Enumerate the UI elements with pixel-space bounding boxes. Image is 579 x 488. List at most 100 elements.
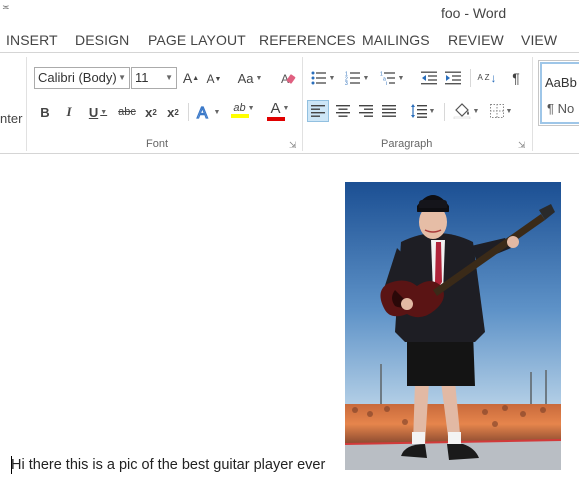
eraser-icon: A [281, 72, 296, 86]
borders-icon [489, 104, 504, 118]
italic-button[interactable]: I [60, 101, 78, 123]
chevron-down-icon: ▼ [397, 74, 405, 82]
highlighter-icon: ab [233, 102, 246, 114]
subscript-icon: x [145, 104, 153, 120]
tab-view[interactable]: VIEW [521, 32, 557, 48]
divider [188, 103, 189, 121]
ribbon-tabs: INSERT DESIGN PAGE LAYOUT REFERENCES MAI… [0, 26, 579, 52]
superscript-icon: x [167, 104, 175, 120]
line-spacing-button[interactable]: ▼ [408, 100, 438, 122]
numbering-button[interactable]: 1 2 3 ▼ [342, 67, 372, 89]
clipboard-partial-label[interactable]: nter [0, 111, 22, 126]
guitarist-photo[interactable] [345, 182, 561, 470]
group-separator [26, 57, 27, 151]
sort-icon: A Z [477, 73, 490, 82]
tab-insert[interactable]: INSERT [6, 32, 58, 48]
bold-icon: B [40, 104, 50, 120]
align-center-button[interactable] [332, 100, 354, 122]
decrease-indent-button[interactable] [418, 67, 440, 89]
paragraph-dialog-launcher-icon[interactable]: ⇲ [518, 140, 526, 151]
multilevel-list-button[interactable]: 1 a i ▼ [377, 67, 407, 89]
chevron-down-icon: ▼ [213, 108, 221, 116]
subscript-button[interactable]: x2 [142, 101, 160, 123]
line-spacing-icon [410, 104, 427, 118]
highlight-button[interactable]: ab ▼ [228, 99, 260, 121]
arrow-down-icon: ↓ [490, 71, 497, 85]
document-paragraph[interactable]: Hi there this is a pic of the best guita… [11, 457, 325, 473]
align-right-button[interactable] [355, 100, 377, 122]
chevron-down-icon: ▼ [118, 73, 126, 82]
chevron-down-icon: ▼ [428, 107, 436, 115]
chevron-down-icon: ▼ [472, 107, 480, 115]
svg-text:3: 3 [345, 81, 348, 85]
text-effects-button[interactable]: A ▼ [194, 101, 222, 123]
justify-icon [382, 105, 396, 117]
window-title: foo - Word [441, 5, 507, 21]
font-group-label: Font [146, 138, 169, 150]
borders-button[interactable]: ▼ [486, 100, 516, 122]
superscript-button[interactable]: x2 [164, 101, 182, 123]
paint-bucket-icon [453, 103, 470, 119]
highlight-color-swatch [231, 114, 249, 118]
quick-access-caret-icon[interactable]: ≍ [2, 2, 10, 13]
bullets-button[interactable]: ▼ [308, 67, 338, 89]
tab-page-layout[interactable]: PAGE LAYOUT [148, 32, 246, 48]
align-left-button[interactable] [307, 100, 329, 122]
group-separator [532, 57, 533, 151]
superscript-small: 2 [174, 107, 179, 117]
font-color-icon: A [270, 99, 281, 117]
numbering-icon: 1 2 3 [345, 72, 360, 85]
change-case-button[interactable]: Aa ▼ [234, 67, 266, 89]
subscript-small: 2 [152, 107, 157, 117]
title-bar: ≍ foo - Word [0, 0, 579, 26]
shading-button[interactable]: ▼ [450, 100, 482, 122]
font-size-combo[interactable]: 11 ▼ [131, 67, 177, 89]
underline-button[interactable]: U ▼ [84, 101, 112, 123]
chevron-down-icon: ▼ [247, 104, 255, 112]
pilcrow-icon: ¶ [512, 70, 520, 86]
shrink-font-button[interactable]: A ▼ [204, 68, 224, 90]
svg-text:i: i [386, 81, 387, 85]
justify-button[interactable] [378, 100, 400, 122]
clear-formatting-button[interactable]: A [278, 67, 298, 89]
font-color-button[interactable]: A ▼ [264, 99, 296, 121]
bold-button[interactable]: B [36, 101, 54, 123]
tab-mailings[interactable]: MAILINGS [362, 32, 430, 48]
ribbon: nter Calibri (Body) ▼ 11 ▼ A ▲ A ▼ Aa ▼ A B… [0, 52, 579, 154]
group-separator [302, 57, 303, 151]
strikethrough-icon: abc [118, 106, 136, 118]
chevron-down-icon: ▼ [100, 108, 108, 116]
font-size-value: 11 [135, 70, 149, 85]
chevron-down-icon: ▼ [282, 104, 290, 112]
document-page[interactable]: Hi there this is a pic of the best guita… [0, 155, 579, 488]
grow-font-button[interactable]: A ▲ [181, 67, 201, 89]
decrease-indent-icon [421, 71, 437, 85]
increase-indent-icon [445, 71, 461, 85]
chevron-down-icon: ▼ [255, 74, 263, 82]
font-name-combo[interactable]: Calibri (Body) ▼ [34, 67, 130, 89]
divider [470, 69, 471, 87]
font-color-swatch [267, 116, 285, 121]
align-left-icon [311, 105, 325, 117]
tab-review[interactable]: REVIEW [448, 32, 504, 48]
guitarist-photo-image [345, 182, 561, 470]
sort-button[interactable]: A Z ↓ [476, 67, 498, 89]
styles-selection-highlight [540, 62, 579, 124]
show-formatting-button[interactable]: ¶ [506, 67, 526, 89]
tab-references[interactable]: REFERENCES [259, 32, 356, 48]
multilevel-list-icon: 1 a i [380, 72, 395, 85]
up-caret-icon: ▲ [192, 74, 200, 82]
font-name-value: Calibri (Body) [38, 70, 117, 85]
font-dialog-launcher-icon[interactable]: ⇲ [289, 140, 297, 151]
increase-indent-button[interactable] [442, 67, 464, 89]
change-case-icon: Aa [237, 70, 254, 86]
chevron-down-icon: ▼ [165, 73, 173, 82]
strikethrough-button[interactable]: abc [116, 101, 138, 123]
chevron-down-icon: ▼ [328, 74, 336, 82]
tab-design[interactable]: DESIGN [75, 32, 129, 48]
underline-icon: U [88, 104, 99, 120]
paragraph-group-label: Paragraph [381, 138, 433, 150]
grow-font-icon: A [182, 70, 193, 86]
italic-icon: I [66, 104, 72, 119]
shrink-font-icon: A [206, 72, 215, 86]
